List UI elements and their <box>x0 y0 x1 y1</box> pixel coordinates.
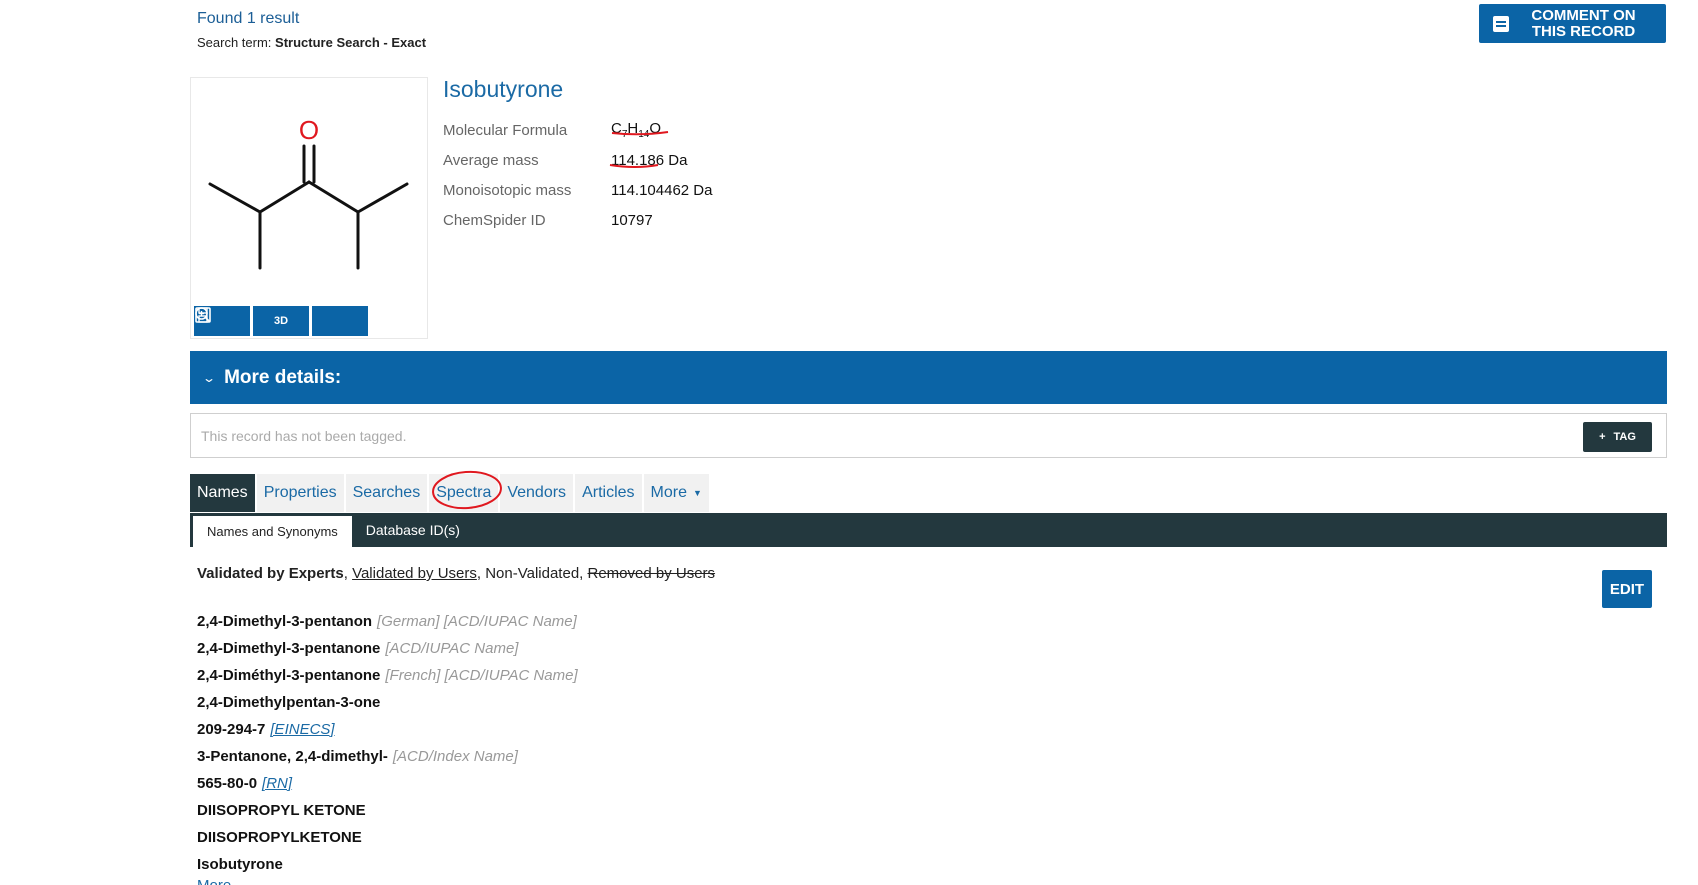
property-row: ChemSpider ID 10797 <box>443 205 712 235</box>
comment-icon <box>1493 15 1509 32</box>
search-term: Search term: Structure Search - Exact <box>197 35 426 50</box>
list-item: 2,4-Dimethyl-3-pentanone [ACD/IUPAC Name] <box>197 640 519 657</box>
property-label: ChemSpider ID <box>443 211 546 229</box>
list-item: 565-80-0 [RN] <box>197 775 293 792</box>
tab-more[interactable]: More ▼ <box>643 474 709 512</box>
results-count: Found 1 result <box>197 10 300 27</box>
average-mass-value: 114.186 Da <box>611 151 688 169</box>
property-row: Average mass 114.186 Da <box>443 145 712 175</box>
tag-button[interactable]: + TAG <box>1583 422 1652 452</box>
list-item: DIISOPROPYLKETONE <box>197 829 362 846</box>
edit-names-button[interactable]: EDIT <box>1602 570 1652 608</box>
tab-names[interactable]: Names <box>190 474 255 512</box>
tab-searches[interactable]: Searches <box>345 474 428 512</box>
property-row: Molecular Formula C7H14O <box>443 115 712 145</box>
more-details-title: More details: <box>224 366 342 388</box>
molecular-formula-value: C7H14O <box>611 120 662 140</box>
record-tabs: Names Properties Searches Spectra Vendor… <box>190 474 711 512</box>
subtab-database-ids[interactable]: Database ID(s) <box>352 513 474 547</box>
monoisotopic-mass-value: 114.104462 Da <box>611 181 713 199</box>
tab-vendors[interactable]: Vendors <box>500 474 574 512</box>
tag-placeholder-text: This record has not been tagged. <box>201 428 407 444</box>
list-item: 2,4-Dimethylpentan-3-one <box>197 694 381 711</box>
property-label: Molecular Formula <box>443 121 568 139</box>
search-term-label: Search term: <box>197 35 272 50</box>
more-details-toggle[interactable]: ⌄ More details: <box>190 351 1667 404</box>
plus-icon: + <box>1599 431 1606 443</box>
tag-panel: This record has not been tagged. + TAG <box>190 413 1667 458</box>
view-3d-button[interactable]: 3D <box>253 306 309 336</box>
tag-button-label: TAG <box>1613 431 1636 443</box>
chemspider-id-value: 10797 <box>611 211 653 229</box>
list-item: DIISOPROPYL KETONE <box>197 802 366 819</box>
validation-legend: Validated by Experts, Validated by Users… <box>197 565 716 582</box>
compound-properties: Molecular Formula C7H14O Average mass 11… <box>443 115 712 235</box>
list-item: 3-Pentanone, 2,4-dimethyl- [ACD/Index Nam… <box>197 748 518 765</box>
zoom-structure-button[interactable] <box>195 306 368 336</box>
list-item: 209-294-7 [EINECS] <box>197 721 335 738</box>
list-item: 2,4-Diméthyl-3-pentanone [French] [ACD/IU… <box>197 667 578 684</box>
compound-name: Isobutyrone <box>443 76 564 102</box>
structure-viewer: O 3D <box>190 77 428 339</box>
property-label: Monoisotopic mass <box>443 181 572 199</box>
tab-spectra[interactable]: Spectra <box>429 474 499 512</box>
molecule-structure-image: O <box>208 115 409 270</box>
list-item: 2,4-Dimethyl-3-pentanon [German] [ACD/IUP… <box>197 613 577 630</box>
einecs-link[interactable]: [EINECS] <box>270 721 334 738</box>
zoom-in-icon <box>195 307 211 323</box>
caret-down-icon: ▼ <box>692 488 702 498</box>
property-label: Average mass <box>443 151 539 169</box>
property-row: Monoisotopic mass 114.104462 Da <box>443 175 712 205</box>
list-item: Isobutyrone <box>197 856 283 873</box>
search-term-value: Structure Search - Exact <box>275 35 427 50</box>
rn-link[interactable]: [RN] <box>262 775 292 792</box>
tab-properties[interactable]: Properties <box>256 474 344 512</box>
oxygen-atom-label: O <box>299 115 319 145</box>
chevron-down-icon: ⌄ <box>201 370 217 385</box>
subtab-names-and-synonyms[interactable]: Names and Synonyms <box>193 516 352 547</box>
more-names-link[interactable]: More... <box>197 877 244 885</box>
tab-articles[interactable]: Articles <box>575 474 642 512</box>
comment-on-record-button[interactable]: Comment on this record <box>1479 4 1666 43</box>
comment-button-label: Comment on this record <box>1531 6 1636 40</box>
names-subtabs: Names and Synonyms Database ID(s) <box>190 513 1667 547</box>
synonym-list: 2,4-Dimethyl-3-pentanon [German] [ACD/IUP… <box>197 608 578 878</box>
